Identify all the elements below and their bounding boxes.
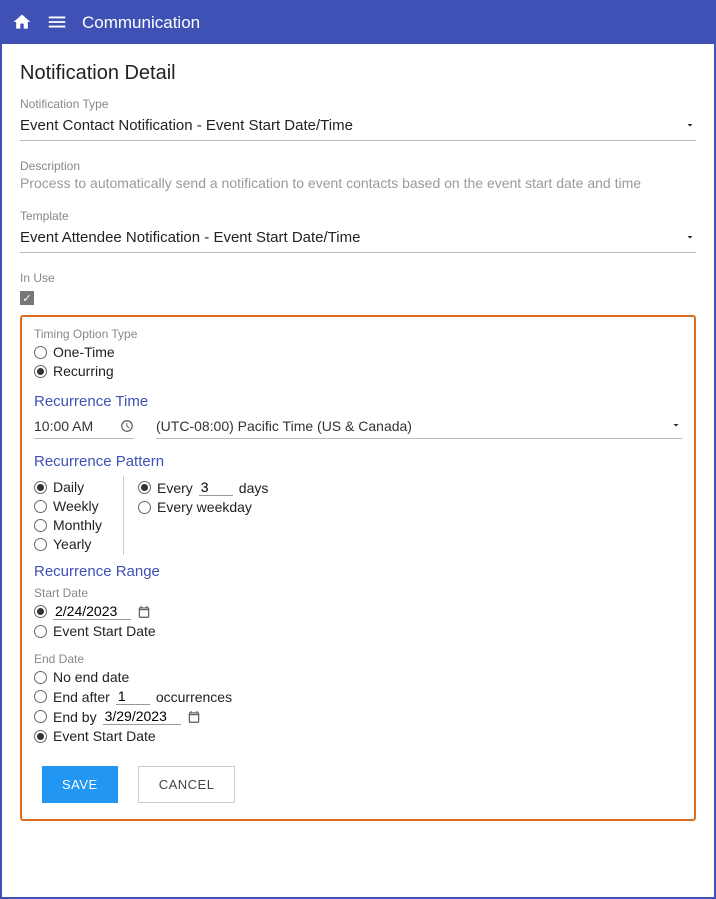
description-label: Description: [20, 159, 696, 173]
daily-every-weekday-label: Every weekday: [157, 499, 252, 515]
daily-every-prefix: Every: [157, 480, 193, 496]
end-after-count-input[interactable]: [116, 688, 150, 705]
radio-icon: [34, 690, 47, 703]
timing-recurring-label: Recurring: [53, 363, 114, 379]
timing-recurring-option[interactable]: Recurring: [34, 363, 682, 379]
freq-weekly-label: Weekly: [53, 498, 99, 514]
radio-icon: [138, 501, 151, 514]
dropdown-arrow-icon: [684, 230, 696, 246]
dropdown-arrow-icon: [684, 118, 696, 134]
radio-icon: [34, 481, 47, 494]
recurrence-time-input[interactable]: 10:00 AM: [34, 416, 134, 439]
daily-every-n-input[interactable]: [199, 479, 233, 496]
timing-one-time-label: One-Time: [53, 344, 115, 360]
detail-title: Notification Detail: [20, 62, 696, 85]
cancel-button[interactable]: CANCEL: [138, 766, 236, 803]
radio-icon: [34, 346, 47, 359]
freq-yearly-option[interactable]: Yearly: [34, 536, 115, 552]
timing-one-time-option[interactable]: One-Time: [34, 344, 682, 360]
radio-icon: [34, 500, 47, 513]
timing-option-type-label: Timing Option Type: [34, 327, 682, 341]
recurrence-time-header: Recurrence Time: [34, 393, 682, 410]
notification-type-label: Notification Type: [20, 97, 696, 111]
page-title: Communication: [82, 13, 200, 33]
template-field: Template Event Attendee Notification - E…: [20, 209, 696, 253]
start-specific-date-option[interactable]: [34, 603, 682, 620]
save-button[interactable]: SAVE: [42, 766, 118, 803]
daily-every-suffix: days: [239, 480, 269, 496]
notification-type-field: Notification Type Event Contact Notifica…: [20, 97, 696, 141]
radio-icon: [34, 625, 47, 638]
notification-type-select[interactable]: Event Contact Notification - Event Start…: [20, 113, 696, 141]
clock-icon: [120, 419, 134, 433]
end-by-prefix: End by: [53, 709, 97, 725]
in-use-field: In Use ✓: [20, 271, 696, 305]
start-date-label: Start Date: [34, 586, 682, 600]
end-by-option[interactable]: End by: [34, 708, 682, 725]
radio-icon: [34, 605, 47, 618]
in-use-checkbox[interactable]: ✓: [20, 291, 34, 305]
template-label: Template: [20, 209, 696, 223]
end-event-start-option[interactable]: Event Start Date: [34, 728, 682, 744]
end-after-option[interactable]: End after occurrences: [34, 688, 682, 705]
end-date-label: End Date: [34, 652, 682, 666]
daily-every-n-option[interactable]: Every days: [138, 479, 268, 496]
in-use-label: In Use: [20, 271, 696, 285]
radio-icon: [34, 365, 47, 378]
start-date-input[interactable]: [53, 603, 131, 620]
content-area: Notification Detail Notification Type Ev…: [2, 44, 714, 839]
recurrence-range-header: Recurrence Range: [34, 563, 682, 580]
template-select[interactable]: Event Attendee Notification - Event Star…: [20, 225, 696, 253]
end-event-start-label: Event Start Date: [53, 728, 156, 744]
end-by-date-input[interactable]: [103, 708, 181, 725]
radio-icon: [34, 519, 47, 532]
calendar-icon[interactable]: [137, 605, 151, 619]
freq-monthly-option[interactable]: Monthly: [34, 517, 115, 533]
dropdown-arrow-icon: [670, 418, 682, 434]
start-event-start-label: Event Start Date: [53, 623, 156, 639]
freq-daily-label: Daily: [53, 479, 84, 495]
description-text: Process to automatically send a notifica…: [20, 175, 696, 191]
home-icon[interactable]: [12, 12, 32, 35]
timezone-value: (UTC-08:00) Pacific Time (US & Canada): [156, 418, 412, 434]
radio-icon: [138, 481, 151, 494]
radio-icon: [34, 538, 47, 551]
timezone-select[interactable]: (UTC-08:00) Pacific Time (US & Canada): [156, 416, 682, 439]
calendar-icon[interactable]: [187, 710, 201, 724]
freq-monthly-label: Monthly: [53, 517, 102, 533]
description-field: Description Process to automatically sen…: [20, 159, 696, 191]
radio-icon: [34, 710, 47, 723]
end-no-end-option[interactable]: No end date: [34, 669, 682, 685]
menu-icon[interactable]: [46, 11, 68, 36]
top-bar: Communication: [2, 2, 714, 44]
freq-weekly-option[interactable]: Weekly: [34, 498, 115, 514]
template-value: Event Attendee Notification - Event Star…: [20, 229, 360, 246]
notification-type-value: Event Contact Notification - Event Start…: [20, 117, 353, 134]
freq-yearly-label: Yearly: [53, 536, 91, 552]
recurrence-pattern-header: Recurrence Pattern: [34, 453, 682, 470]
start-event-start-option[interactable]: Event Start Date: [34, 623, 682, 639]
timing-section: Timing Option Type One-Time Recurring Re…: [20, 315, 696, 821]
end-after-prefix: End after: [53, 689, 110, 705]
end-after-suffix: occurrences: [156, 689, 232, 705]
end-no-end-label: No end date: [53, 669, 129, 685]
daily-every-weekday-option[interactable]: Every weekday: [138, 499, 268, 515]
recurrence-time-value: 10:00 AM: [34, 418, 93, 434]
radio-icon: [34, 730, 47, 743]
radio-icon: [34, 671, 47, 684]
freq-daily-option[interactable]: Daily: [34, 479, 115, 495]
